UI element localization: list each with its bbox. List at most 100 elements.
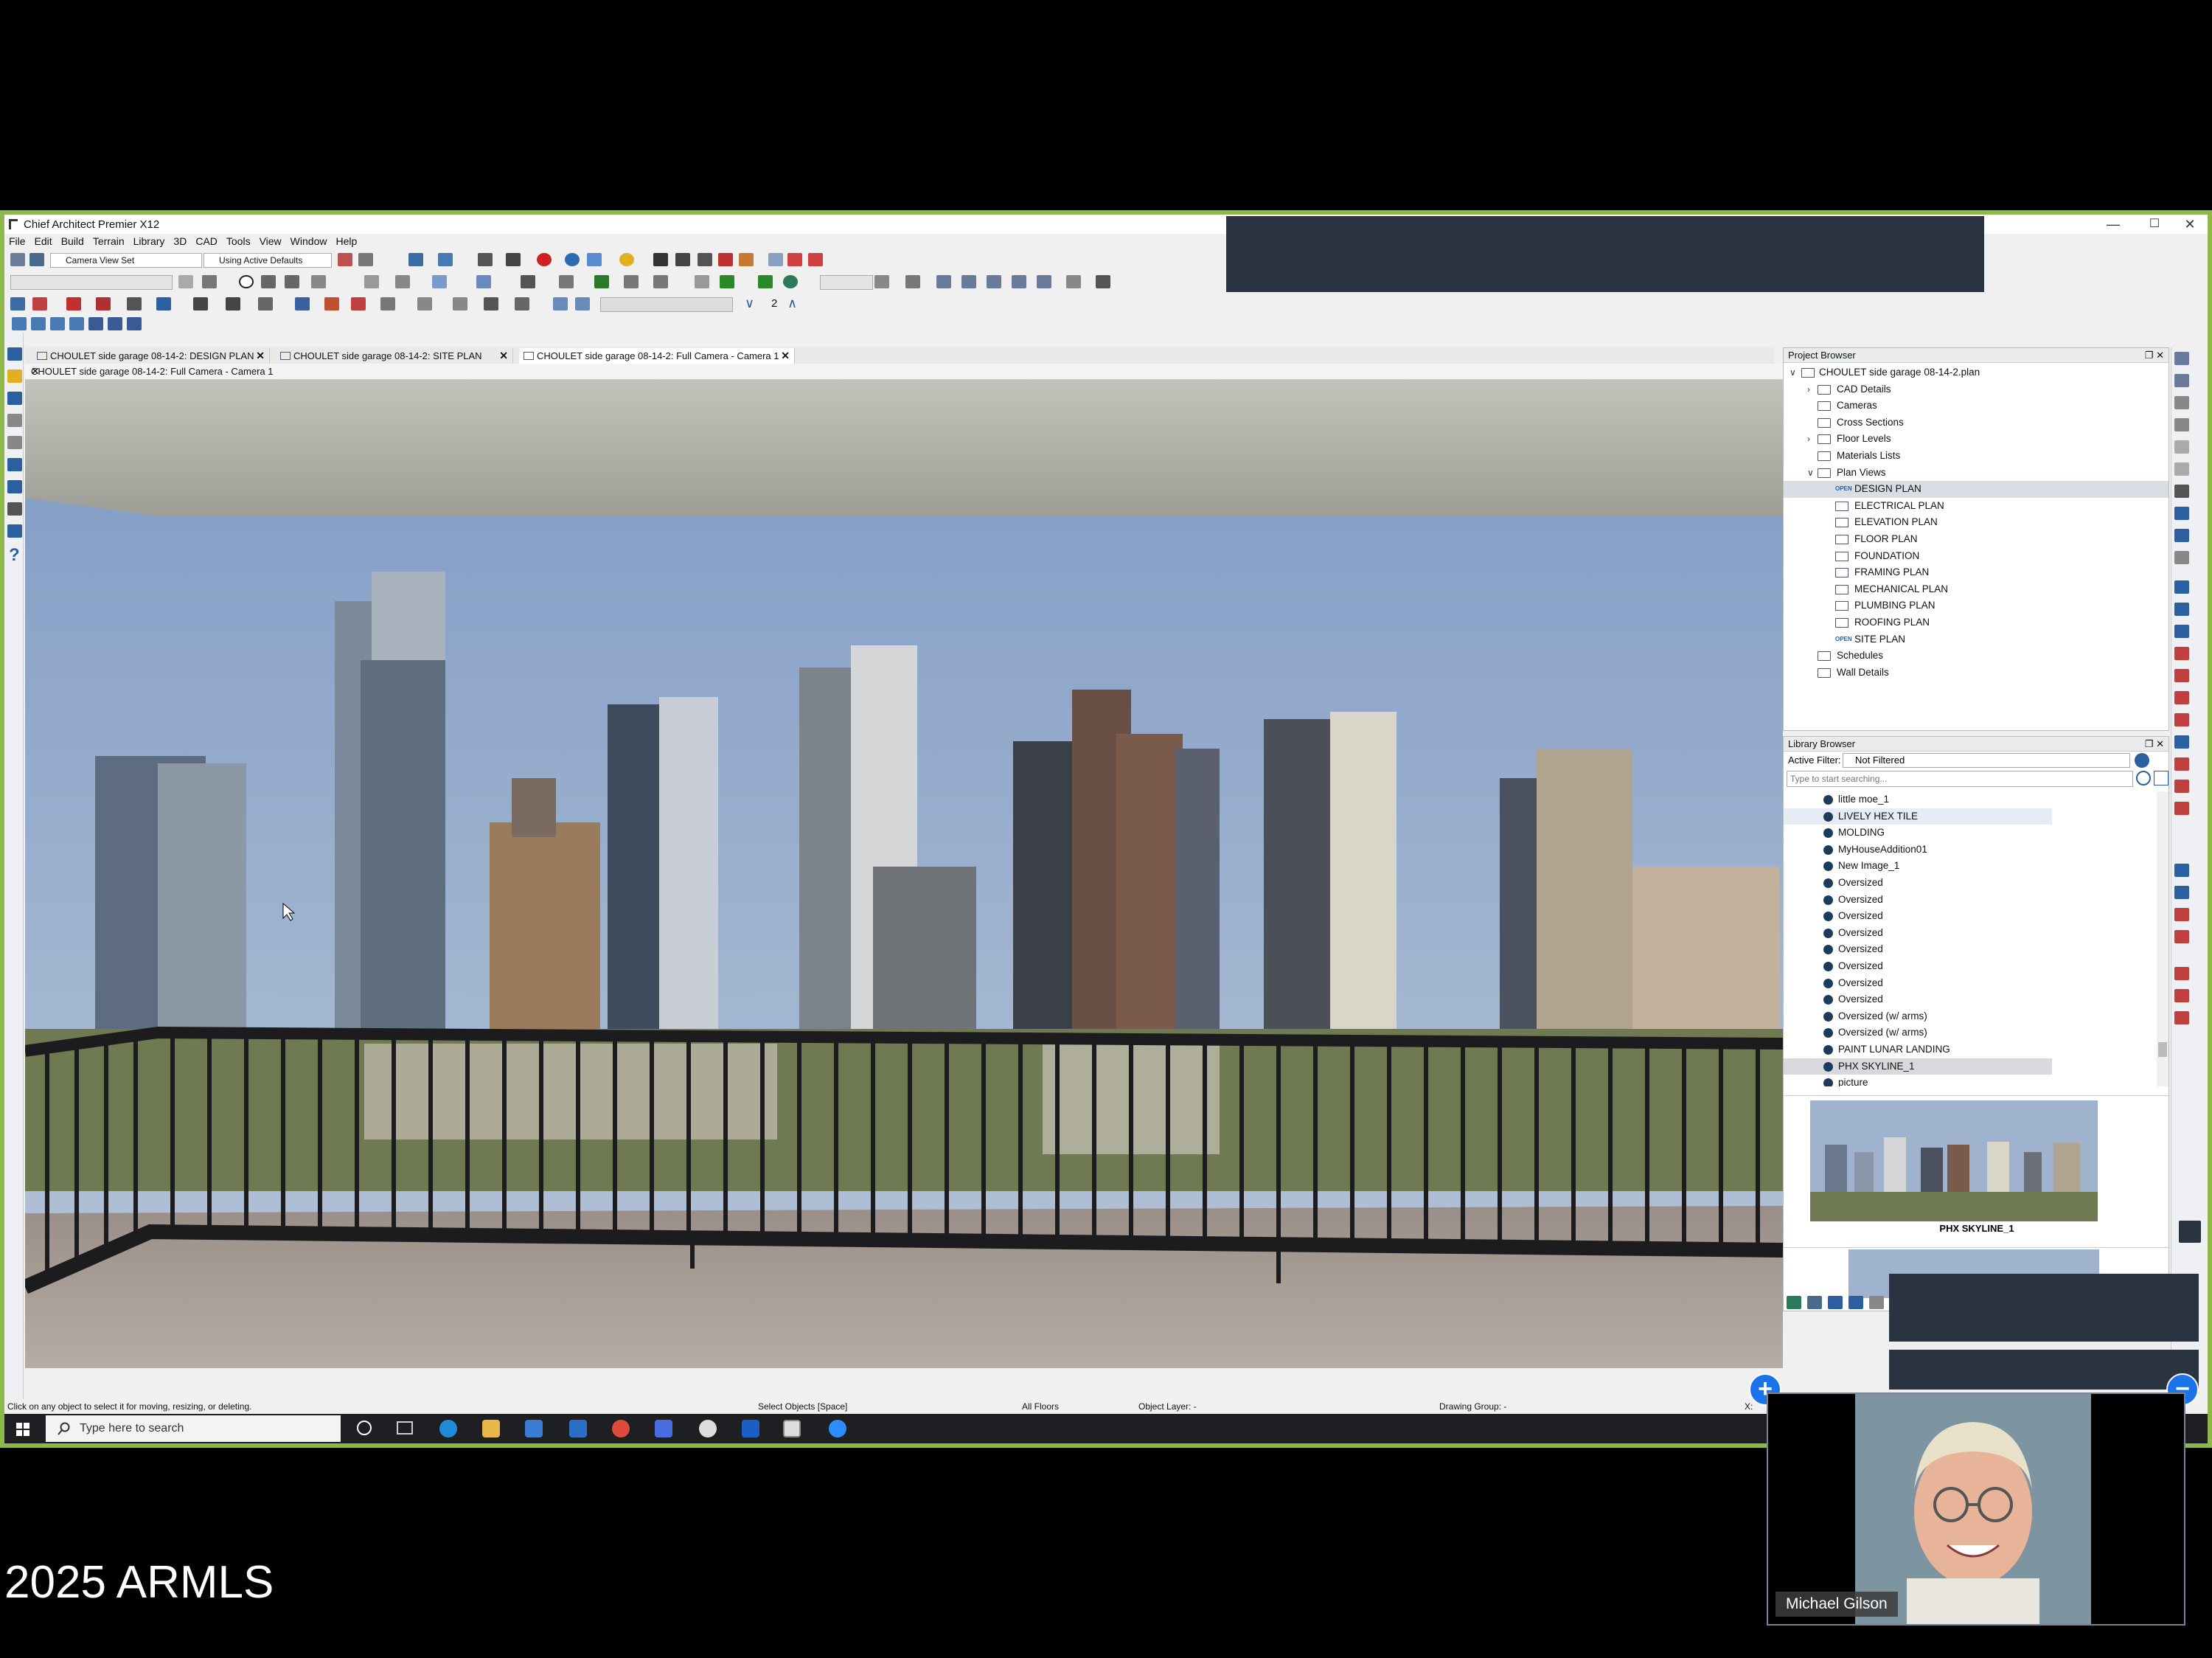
rectangle-icon[interactable] bbox=[364, 275, 379, 288]
panel-controls-icon[interactable]: ❐ ✕ bbox=[2145, 737, 2164, 752]
arc-icon[interactable] bbox=[285, 275, 299, 288]
wall-icon[interactable] bbox=[32, 297, 47, 311]
plan-view-design-plan[interactable]: OPEN DESIGN PLAN bbox=[1784, 481, 2168, 498]
advanced-search-icon[interactable] bbox=[2154, 771, 2168, 785]
chevron-down-icon[interactable]: ∨ bbox=[1790, 364, 1796, 381]
library-home-icon[interactable] bbox=[1787, 1296, 1801, 1309]
search-plant-icon[interactable] bbox=[783, 275, 798, 288]
ruler-icon[interactable] bbox=[739, 253, 754, 266]
tool-icon[interactable] bbox=[2174, 989, 2189, 1002]
marker-icon[interactable] bbox=[559, 275, 574, 288]
menu-window[interactable]: Window bbox=[291, 234, 327, 249]
floor-icon[interactable] bbox=[553, 297, 568, 311]
active-view-icon[interactable] bbox=[587, 253, 602, 266]
menu-help[interactable]: Help bbox=[335, 234, 357, 249]
menu-3d[interactable]: 3D bbox=[173, 234, 187, 249]
fill-window-building-icon[interactable] bbox=[108, 317, 122, 330]
layout-send-icon[interactable] bbox=[7, 436, 22, 449]
select-icon[interactable] bbox=[338, 253, 352, 266]
menu-terrain[interactable]: Terrain bbox=[93, 234, 125, 249]
dimension-icon[interactable] bbox=[476, 275, 491, 288]
menu-view[interactable]: View bbox=[260, 234, 282, 249]
tool-icon[interactable] bbox=[2174, 551, 2189, 564]
tool-icon[interactable] bbox=[2174, 780, 2189, 793]
callout-icon[interactable] bbox=[521, 275, 535, 288]
tool-icon[interactable] bbox=[2174, 485, 2189, 498]
check-icon[interactable] bbox=[29, 253, 44, 266]
tool-icon[interactable] bbox=[2174, 735, 2189, 749]
tool-icon[interactable] bbox=[2174, 352, 2189, 365]
box-select-icon[interactable] bbox=[808, 253, 823, 266]
tool-icon[interactable] bbox=[2174, 580, 2189, 594]
tree-icon[interactable] bbox=[594, 275, 609, 288]
plan-view-site-plan[interactable]: OPEN SITE PLAN bbox=[1784, 631, 2168, 648]
delete-icon[interactable] bbox=[261, 275, 276, 288]
furniture-icon[interactable] bbox=[351, 297, 366, 311]
undo-zoom-icon[interactable] bbox=[69, 317, 84, 330]
tool-icon[interactable] bbox=[2174, 908, 2189, 921]
minimize-button[interactable]: — bbox=[2093, 215, 2134, 234]
tab-full-camera[interactable]: CHOULET side garage 08-14-2: Full Camera… bbox=[519, 348, 795, 364]
tree-item-cameras[interactable]: Cameras bbox=[1784, 398, 2168, 414]
defaults-select[interactable]: Using Active Defaults bbox=[204, 253, 332, 268]
menu-edit[interactable]: Edit bbox=[35, 234, 52, 249]
elevation-tool-icon[interactable] bbox=[453, 297, 467, 311]
library-edit-icon[interactable] bbox=[1869, 1296, 1884, 1309]
notes-icon[interactable] bbox=[1012, 275, 1026, 288]
tab-design-plan[interactable]: CHOULET side garage 08-14-2: DESIGN PLAN… bbox=[32, 348, 270, 364]
terrain-icon[interactable] bbox=[624, 275, 639, 288]
house-icon[interactable] bbox=[417, 297, 432, 311]
library-item[interactable]: picture bbox=[1784, 1075, 2160, 1086]
pan-icon[interactable] bbox=[358, 253, 373, 266]
plan-view-roofing-plan[interactable]: ROOFING PLAN bbox=[1784, 614, 2168, 631]
edge-icon[interactable] bbox=[439, 1420, 457, 1437]
fill-icon[interactable] bbox=[874, 275, 889, 288]
layer-icon[interactable] bbox=[515, 297, 529, 311]
scrollbar-thumb[interactable] bbox=[2158, 1042, 2167, 1057]
close-window-button[interactable]: ✕ bbox=[2169, 215, 2208, 234]
tool-icon[interactable] bbox=[2174, 396, 2189, 409]
properties-icon[interactable] bbox=[7, 524, 22, 538]
select-objects-icon[interactable] bbox=[10, 297, 25, 311]
tool-icon[interactable] bbox=[2174, 603, 2189, 616]
line-icon[interactable] bbox=[202, 275, 217, 288]
plan-view-framing-plan[interactable]: FRAMING PLAN bbox=[1784, 564, 2168, 581]
plan-view-foundation[interactable]: FOUNDATION bbox=[1784, 548, 2168, 565]
material-icon[interactable] bbox=[698, 253, 712, 266]
room-icon[interactable] bbox=[66, 297, 81, 311]
menu-file[interactable]: File bbox=[9, 234, 26, 249]
plant-icon[interactable] bbox=[720, 275, 734, 288]
north-icon[interactable] bbox=[239, 275, 254, 288]
tool-icon[interactable] bbox=[2174, 713, 2189, 726]
schedule-icon[interactable] bbox=[936, 275, 951, 288]
tree-item-cross-sections[interactable]: Cross Sections bbox=[1784, 414, 2168, 431]
print-icon[interactable] bbox=[7, 414, 22, 427]
tool-icon[interactable] bbox=[2174, 462, 2189, 476]
library-item[interactable]: MyHouseAddition01 bbox=[1784, 842, 2160, 859]
undo-icon[interactable] bbox=[7, 458, 22, 471]
elevation-icon[interactable] bbox=[506, 253, 521, 266]
camera-view-icon[interactable] bbox=[127, 317, 142, 330]
tree-item-cad-details[interactable]: › CAD Details bbox=[1784, 381, 2168, 398]
floor-down-icon[interactable]: ∨ bbox=[745, 296, 754, 311]
task-view-icon[interactable] bbox=[397, 1421, 413, 1435]
tool-icon[interactable] bbox=[2174, 529, 2189, 542]
tool-icon[interactable] bbox=[2174, 418, 2189, 431]
library-scrollbar[interactable] bbox=[2157, 791, 2168, 1086]
object-select[interactable] bbox=[600, 297, 733, 312]
tool-icon[interactable] bbox=[2174, 507, 2189, 520]
plan-view-electrical-plan[interactable]: ELECTRICAL PLAN bbox=[1784, 498, 2168, 515]
edit-icon[interactable] bbox=[653, 253, 668, 266]
tree-item-materials-lists[interactable]: Materials Lists bbox=[1784, 448, 2168, 465]
help-icon[interactable]: ? bbox=[9, 545, 20, 566]
fixture-icon[interactable] bbox=[324, 297, 339, 311]
library-add-icon[interactable] bbox=[1807, 1296, 1822, 1309]
library-save-icon[interactable] bbox=[1828, 1296, 1843, 1309]
menu-library[interactable]: Library bbox=[133, 234, 165, 249]
tree-item-plan-views[interactable]: ∨ Plan Views bbox=[1784, 465, 2168, 482]
plan-view-plumbing-plan[interactable]: PLUMBING PLAN bbox=[1784, 597, 2168, 614]
chevron-right-icon[interactable]: › bbox=[1807, 381, 1810, 398]
pencil-icon[interactable] bbox=[178, 275, 193, 288]
open-folder-icon[interactable] bbox=[7, 370, 22, 383]
sun-icon[interactable] bbox=[619, 253, 634, 266]
